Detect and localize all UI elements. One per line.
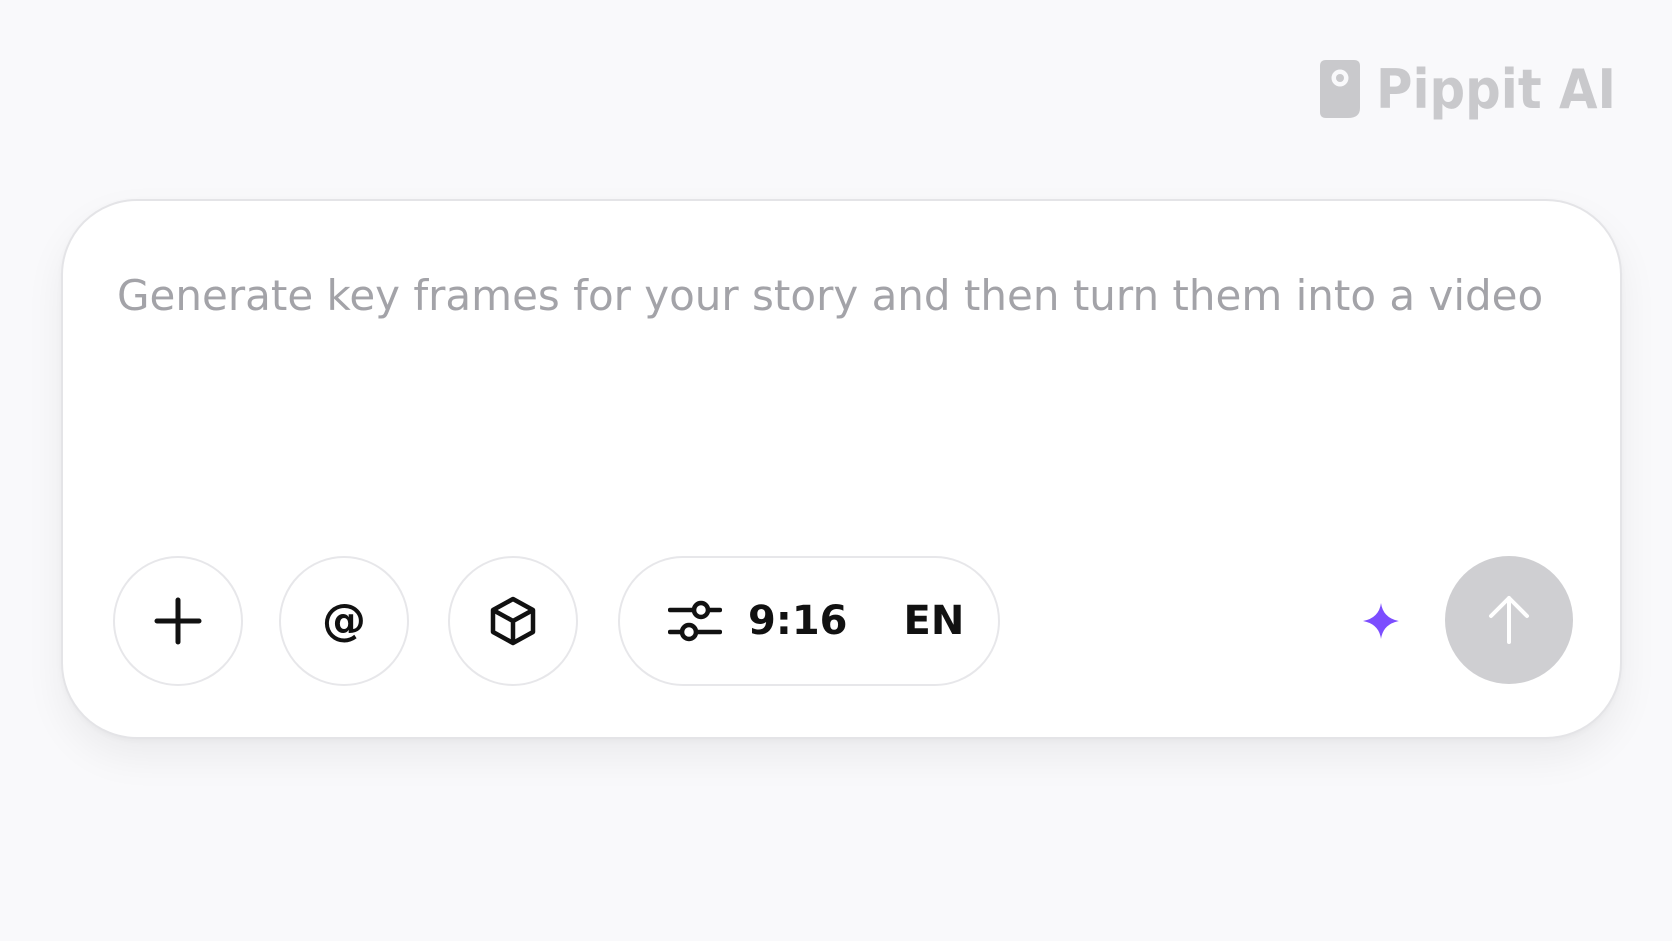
pippit-logo-icon [1320, 60, 1360, 118]
prompt-card: Generate key frames for your story and t… [61, 199, 1622, 739]
brand-watermark: Pippit AI [1318, 56, 1620, 120]
generation-settings-button[interactable]: 9:16 EN [618, 556, 1000, 686]
at-sign-icon: @ [322, 595, 366, 646]
enhance-prompt-button[interactable] [1358, 598, 1404, 644]
brand-text: Pippit AI [1376, 58, 1616, 120]
mention-button[interactable]: @ [279, 556, 409, 686]
aspect-ratio-value: 9:16 [748, 598, 848, 644]
model-button[interactable] [448, 556, 578, 686]
brand-wordmark: Pippit AI [1376, 58, 1616, 120]
arrow-up-icon [1489, 596, 1529, 644]
sliders-icon [668, 600, 722, 642]
add-button[interactable] [113, 556, 243, 686]
send-button[interactable] [1445, 556, 1573, 684]
language-value: EN [903, 598, 965, 644]
plus-icon [154, 597, 202, 645]
cube-icon [490, 596, 536, 646]
sparkle-icon [1363, 603, 1399, 639]
prompt-input[interactable]: Generate key frames for your story and t… [117, 271, 1557, 321]
